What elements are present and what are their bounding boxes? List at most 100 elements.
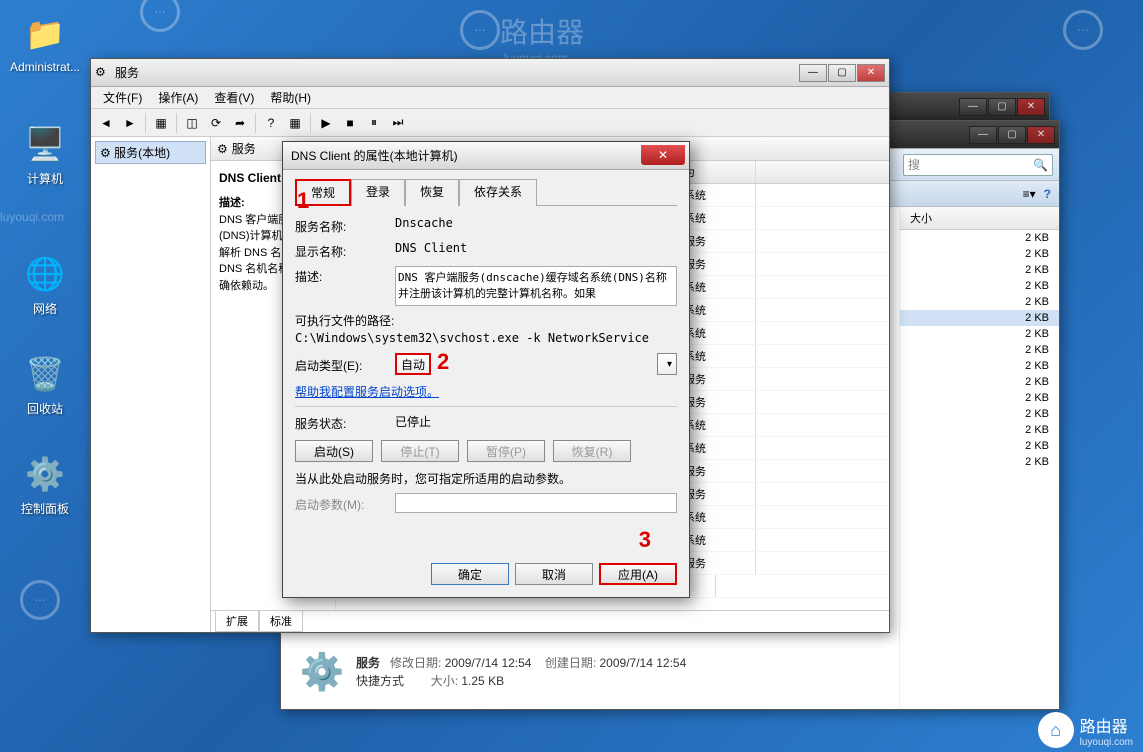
forward-button[interactable]: ► xyxy=(119,112,141,134)
list-item[interactable]: 2 KB xyxy=(900,390,1059,406)
exe-path-value: C:\Windows\system32\svchost.exe -k Netwo… xyxy=(295,331,649,345)
menu-file[interactable]: 文件(F) xyxy=(95,87,150,108)
corner-watermark: ⌂ 路由器 luyouqi.com xyxy=(1038,712,1133,748)
param-input[interactable] xyxy=(395,493,677,513)
menu-view[interactable]: 查看(V) xyxy=(206,87,262,108)
desktop-icon-administrator[interactable]: 📁 Administrat... xyxy=(10,10,80,74)
export-button[interactable]: ➦ xyxy=(229,112,251,134)
back-button[interactable]: ◄ xyxy=(95,112,117,134)
size-cell: 2 KB xyxy=(900,455,1059,469)
close-button[interactable]: ✕ xyxy=(641,145,685,165)
help-button[interactable]: ? xyxy=(1044,187,1051,201)
list-item[interactable]: 2 KB xyxy=(900,326,1059,342)
resume-button[interactable]: 恢复(R) xyxy=(553,440,631,462)
list-item[interactable]: 2 KB xyxy=(900,230,1059,246)
file-size: 1.25 KB xyxy=(461,674,504,688)
help-button[interactable]: ? xyxy=(260,112,282,134)
desktop-icon-control-panel[interactable]: ⚙️ 控制面板 xyxy=(10,450,80,517)
desktop-icon-computer[interactable]: 🖥️ 计算机 xyxy=(10,120,80,187)
services-icon: ⚙ xyxy=(217,142,228,156)
tab-logon[interactable]: 登录 xyxy=(351,179,405,206)
ok-button[interactable]: 确定 xyxy=(431,563,509,585)
size-cell: 2 KB xyxy=(900,231,1059,245)
list-item[interactable]: 2 KB xyxy=(900,262,1059,278)
apply-button[interactable]: 应用(A) xyxy=(599,563,677,585)
stop-button[interactable]: ■ xyxy=(339,112,361,134)
view-tabs: 扩展 标准 xyxy=(211,610,889,632)
minimize-button[interactable]: — xyxy=(799,64,827,82)
minimize-button[interactable]: — xyxy=(959,98,987,116)
menu-help[interactable]: 帮助(H) xyxy=(262,87,319,108)
startup-type-select[interactable]: 自动 xyxy=(395,353,431,375)
cancel-button[interactable]: 取消 xyxy=(515,563,593,585)
services-icon: ⚙ xyxy=(95,65,111,81)
list-item[interactable]: 2 KB xyxy=(900,422,1059,438)
menu-action[interactable]: 操作(A) xyxy=(150,87,206,108)
desktop-icon-recycle[interactable]: 🗑️ 回收站 xyxy=(10,350,80,417)
size-cell: 2 KB xyxy=(900,327,1059,341)
annotation-3: 3 xyxy=(639,527,651,552)
list-item[interactable]: 2 KB xyxy=(900,342,1059,358)
close-button[interactable]: ✕ xyxy=(857,64,885,82)
file-name: 服务 xyxy=(356,656,380,670)
tab-recovery[interactable]: 恢复 xyxy=(405,179,459,206)
pause-button[interactable]: ⏸ xyxy=(363,112,385,134)
list-item[interactable]: 2 KB xyxy=(900,406,1059,422)
stop-button[interactable]: 停止(T) xyxy=(381,440,459,462)
window-title: 服务 xyxy=(115,64,799,81)
tab-extended[interactable]: 扩展 xyxy=(215,611,259,632)
restart-button[interactable]: ⏭ xyxy=(387,112,409,134)
size-cell: 2 KB xyxy=(900,311,1059,325)
start-button[interactable]: 启动(S) xyxy=(295,440,373,462)
watermark: ⋯ xyxy=(20,580,60,620)
service-name-value: Dnscache xyxy=(395,216,677,230)
startup-hint: 当从此处启动服务时，您可指定所适用的启动参数。 xyxy=(295,470,677,487)
refresh-button[interactable]: ⟳ xyxy=(205,112,227,134)
description-text[interactable]: DNS 客户端服务(dnscache)缓存域名系统(DNS)名称并注册该计算机的… xyxy=(395,266,677,306)
play-button[interactable]: ▶ xyxy=(315,112,337,134)
toolbar-button[interactable]: ▦ xyxy=(150,112,172,134)
annotation-2: 2 xyxy=(437,349,449,375)
view-button[interactable]: ≡▾ xyxy=(1023,187,1036,201)
network-icon: 🌐 xyxy=(21,250,69,298)
toolbar-button[interactable]: ▦ xyxy=(284,112,306,134)
file-mod-date: 2009/7/14 12:54 xyxy=(445,656,532,670)
maximize-button[interactable]: ▢ xyxy=(828,64,856,82)
control-panel-icon: ⚙️ xyxy=(21,450,69,498)
list-item[interactable]: 2 KB xyxy=(900,438,1059,454)
tab-dependencies[interactable]: 依存关系 xyxy=(459,179,537,206)
watermark: luyouqi.com xyxy=(0,210,64,224)
param-label: 启动参数(M): xyxy=(295,494,395,513)
desktop-icon-network[interactable]: 🌐 网络 xyxy=(10,250,80,317)
logo-icon: ⌂ xyxy=(1038,712,1074,748)
close-button[interactable]: ✕ xyxy=(1017,98,1045,116)
minimize-button[interactable]: — xyxy=(969,126,997,144)
list-item[interactable]: 2 KB xyxy=(900,358,1059,374)
list-item[interactable]: 2 KB xyxy=(900,310,1059,326)
dialog-titlebar[interactable]: DNS Client 的属性(本地计算机) ✕ xyxy=(283,142,689,170)
close-button[interactable]: ✕ xyxy=(1027,126,1055,144)
tab-standard[interactable]: 标准 xyxy=(259,611,303,632)
maximize-button[interactable]: ▢ xyxy=(988,98,1016,116)
toolbar-button[interactable]: ◫ xyxy=(181,112,203,134)
column-size[interactable]: 大小 xyxy=(900,207,1059,229)
menubar: 文件(F) 操作(A) 查看(V) 帮助(H) xyxy=(91,87,889,109)
description-label: 描述: xyxy=(295,266,395,285)
window-titlebar[interactable]: ⚙ 服务 — ▢ ✕ xyxy=(91,59,889,87)
properties-dialog[interactable]: DNS Client 的属性(本地计算机) ✕ 常规 登录 恢复 依存关系 1 … xyxy=(282,141,690,598)
search-input[interactable]: 搜 🔍 xyxy=(903,154,1053,176)
list-item[interactable]: 2 KB xyxy=(900,454,1059,470)
help-link[interactable]: 帮助我配置服务启动选项。 xyxy=(295,383,439,400)
dialog-tabs: 常规 登录 恢复 依存关系 xyxy=(295,178,677,206)
list-item[interactable]: 2 KB xyxy=(900,246,1059,262)
annotation-1: 1 xyxy=(297,188,309,214)
maximize-button[interactable]: ▢ xyxy=(998,126,1026,144)
list-item[interactable]: 2 KB xyxy=(900,294,1059,310)
list-item[interactable]: 2 KB xyxy=(900,374,1059,390)
service-name-label: 服务名称: xyxy=(295,216,395,235)
list-item[interactable]: 2 KB xyxy=(900,278,1059,294)
pause-button[interactable]: 暂停(P) xyxy=(467,440,545,462)
status-label: 服务状态: xyxy=(295,413,395,432)
chevron-down-icon: ▾ xyxy=(667,359,672,370)
tree-item-local[interactable]: ⚙ 服务(本地) xyxy=(95,141,206,164)
